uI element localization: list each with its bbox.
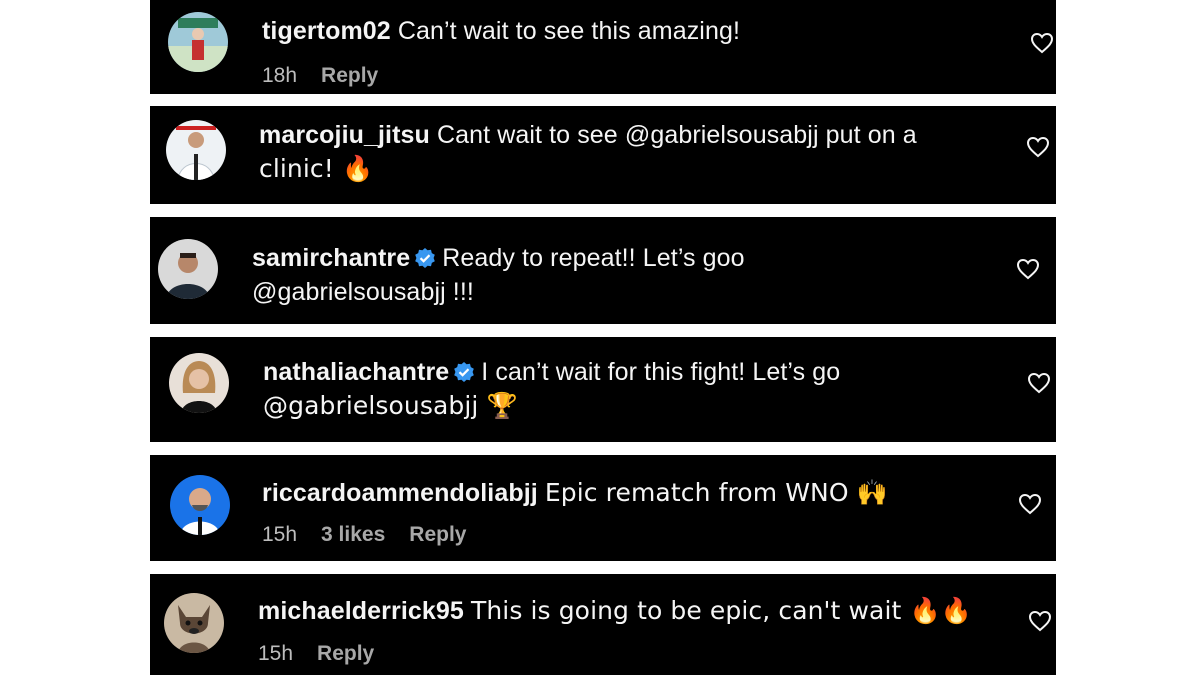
reply-button[interactable]: Reply (409, 523, 466, 546)
avatar[interactable] (158, 239, 218, 299)
comment-text: michaelderrick95 This is going to be epi… (258, 594, 1018, 628)
comment-meta: 15h Reply (258, 642, 398, 666)
comment-text: samirchantre Ready to repeat!! Let’s goo … (252, 241, 1012, 309)
reply-button[interactable]: Reply (321, 64, 378, 87)
comment-card: samirchantre Ready to repeat!! Let’s goo … (150, 217, 1056, 324)
comment-card: michaelderrick95 This is going to be epi… (150, 574, 1056, 675)
avatar[interactable] (164, 593, 224, 653)
heart-outline-icon[interactable] (1028, 610, 1052, 632)
comment-body: Can’t wait to see this amazing! (397, 17, 741, 45)
comment-meta: 15h 3 likes Reply (262, 523, 490, 547)
comment-body: This is going to be epic, can't wait 🔥🔥 (470, 596, 972, 625)
comment-body-line2: @gabrielsousabjj !!! (252, 278, 474, 306)
username[interactable]: michaelderrick95 (258, 597, 464, 625)
timestamp: 15h (262, 523, 298, 546)
username[interactable]: riccardoammendoliabjj (262, 479, 538, 507)
verified-badge-icon (453, 358, 475, 382)
timestamp: 15h (258, 642, 294, 665)
comment-body: Ready to repeat!! Let’s goo (442, 244, 745, 272)
comment-card: riccardoammendoliabjj Epic rematch from … (150, 455, 1056, 561)
username[interactable]: nathaliachantre (263, 358, 449, 386)
username[interactable]: samirchantre (252, 244, 410, 272)
username[interactable]: marcojiu_jitsu (259, 121, 430, 149)
likes-count[interactable]: 3 likes (321, 523, 385, 546)
timestamp: 18h (262, 64, 298, 87)
comment-card: tigertom02 Can’t wait to see this amazin… (150, 0, 1056, 94)
comment-meta: 18h Reply (262, 64, 402, 88)
avatar[interactable] (166, 120, 226, 180)
heart-outline-icon[interactable] (1027, 372, 1051, 394)
comment-text: nathaliachantre I can’t wait for this fig… (263, 355, 1003, 423)
avatar[interactable] (169, 353, 229, 413)
username[interactable]: tigertom02 (262, 17, 391, 45)
heart-outline-icon[interactable] (1030, 32, 1054, 54)
heart-outline-icon[interactable] (1026, 136, 1050, 158)
heart-outline-icon[interactable] (1016, 258, 1040, 280)
comment-body-line2: @gabrielsousabjj 🏆 (263, 391, 518, 420)
comment-text: riccardoammendoliabjj Epic rematch from … (262, 476, 1002, 510)
avatar[interactable] (170, 475, 230, 535)
verified-badge-icon (414, 244, 436, 268)
comment-body: I can’t wait for this fight! Let’s go (481, 358, 841, 386)
reply-button[interactable]: Reply (317, 642, 374, 665)
avatar[interactable] (168, 12, 228, 72)
comment-card: nathaliachantre I can’t wait for this fig… (150, 337, 1056, 442)
comment-body: Cant wait to see @gabrielsousabjj put on… (436, 121, 917, 149)
comment-text: marcojiu_jitsu Cant wait to see @gabriel… (259, 118, 999, 186)
comment-body-line2: clinic! 🔥 (259, 154, 374, 183)
heart-outline-icon[interactable] (1018, 493, 1042, 515)
comment-text: tigertom02 Can’t wait to see this amazin… (262, 14, 982, 48)
comment-card: marcojiu_jitsu Cant wait to see @gabriel… (150, 106, 1056, 204)
comment-body: Epic rematch from WNO 🙌 (544, 478, 888, 507)
